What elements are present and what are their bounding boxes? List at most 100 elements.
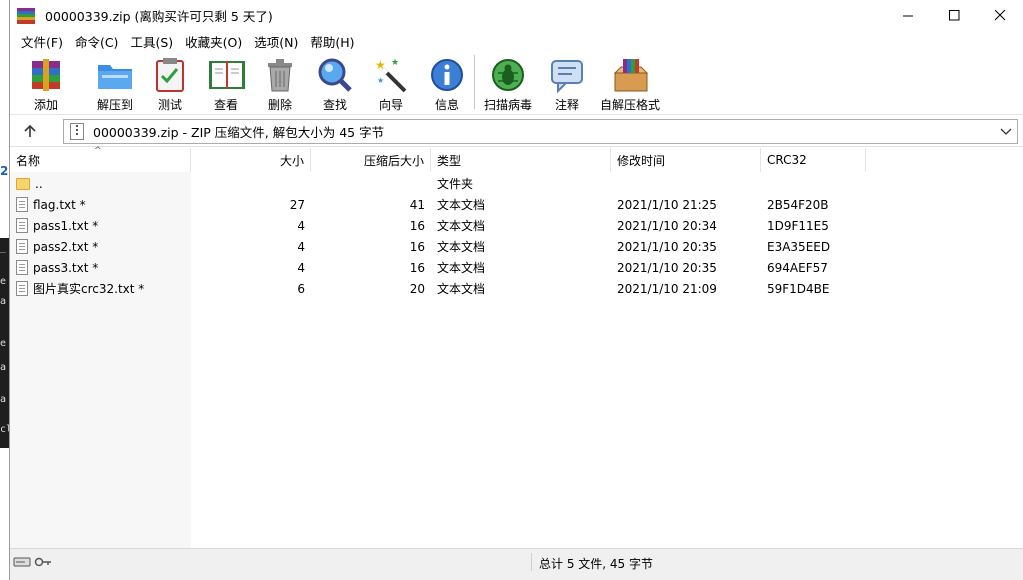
add-button[interactable]: 添加 [30,51,62,113]
comment-button[interactable]: 注释 [547,51,587,113]
file-type: 文本文档 [437,282,486,296]
file-size: 4 [297,239,305,254]
file-crc32: 694AEF57 [767,260,828,275]
delete-button[interactable]: 删除 [260,51,300,113]
file-size: 6 [297,281,305,296]
sfx-button[interactable]: 自解压格式 [599,51,661,113]
file-type: 文本文档 [437,261,486,275]
sfx-icon [611,56,649,93]
column-header-modified[interactable]: 修改时间 [611,148,761,172]
add-archive-icon [27,56,65,93]
extract-to-button[interactable]: 解压到 [86,51,144,113]
file-name: .. [35,176,43,191]
vertical-scrollbar[interactable] [1017,148,1023,548]
svg-text:★: ★ [377,76,384,85]
text-file-icon [16,239,28,254]
terminal-char: a [0,296,7,307]
file-name: 图片真实crc32.txt * [33,282,145,296]
virus-scan-button[interactable]: 扫描病毒 [481,51,535,113]
menu-file[interactable]: 文件(F) [15,32,69,51]
file-modified: 2021/1/10 21:25 [617,197,717,212]
address-text: 00000339.zip - ZIP 压缩文件, 解包大小为 45 字节 [93,125,385,140]
file-type: 文本文档 [437,240,486,254]
info-button[interactable]: 信息 [426,51,468,113]
text-file-icon [16,197,28,212]
drive-icon[interactable] [13,556,31,568]
table-row[interactable]: pass3.txt * 4 16 文本文档 2021/1/10 20:35 69… [10,257,1017,278]
wizard-label: 向导 [378,98,403,112]
menu-bar: 文件(F) 命令(C) 工具(S) 收藏夹(O) 选项(N) 帮助(H) [10,31,361,51]
maximize-button[interactable] [931,0,977,31]
test-icon [151,56,189,93]
menu-options[interactable]: 选项(N) [248,32,304,51]
zip-file-icon [70,123,84,140]
maximize-icon [948,10,959,21]
file-name: flag.txt * [33,197,86,212]
menu-tools[interactable]: 工具(S) [124,32,179,51]
extract-to-icon [96,56,134,93]
terminal-char: e [0,338,7,349]
file-size: 4 [297,218,305,233]
column-header-type[interactable]: 类型 [431,148,611,172]
status-bar: 总计 5 文件, 45 字节 [10,548,1023,580]
column-header-label: 大小 [279,153,304,168]
column-header-label: 修改时间 [617,153,666,168]
terminal-char: a [0,394,7,405]
minimize-icon [902,15,913,17]
column-header-packed[interactable]: 压缩后大小 [311,148,431,172]
file-list[interactable]: ^ 名称 大小 压缩后大小 类型 修改时间 CRC32 .. 文件夹 flag.… [10,146,1017,548]
terminal-char: _ [0,242,7,253]
extract-to-label: 解压到 [96,98,133,112]
chevron-down-icon[interactable] [999,124,1013,138]
file-name: pass3.txt * [33,260,99,275]
menu-favorites[interactable]: 收藏夹(O) [179,32,248,51]
close-button[interactable] [977,0,1023,31]
column-header-label: 压缩后大小 [363,153,424,168]
column-header-label: 名称 [16,153,41,168]
column-header-label: CRC32 [767,153,807,167]
folder-icon [16,177,30,190]
table-row[interactable]: flag.txt * 27 41 文本文档 2021/1/10 21:25 2B… [10,194,1017,215]
menu-help[interactable]: 帮助(H) [304,32,360,51]
arrow-up-icon [24,124,36,137]
file-modified: 2021/1/10 20:35 [617,260,717,275]
address-row: 00000339.zip - ZIP 压缩文件, 解包大小为 45 字节 [10,116,1023,147]
delete-label: 删除 [267,98,292,112]
text-file-icon [16,260,28,275]
svg-text:★: ★ [375,58,386,72]
test-button[interactable]: 测试 [148,51,192,113]
menu-commands[interactable]: 命令(C) [69,32,124,51]
file-modified: 2021/1/10 21:09 [617,281,717,296]
file-type: 文本文档 [437,219,486,233]
file-packed-size: 16 [409,260,425,275]
table-row[interactable]: pass2.txt * 4 16 文本文档 2021/1/10 20:35 E3… [10,236,1017,257]
key-icon[interactable] [34,556,52,568]
file-type: 文件夹 [437,177,474,191]
virus-scan-icon [489,56,527,93]
file-name: pass2.txt * [33,239,99,254]
table-row[interactable]: 图片真实crc32.txt * 6 20 文本文档 2021/1/10 21:0… [10,278,1017,299]
file-crc32: E3A35EED [767,239,831,254]
table-row-parent-folder[interactable]: .. 文件夹 [10,173,1017,194]
column-header-name[interactable]: ^ 名称 [10,146,191,172]
column-header-size[interactable]: 大小 [191,148,311,172]
table-row[interactable]: pass1.txt * 4 16 文本文档 2021/1/10 20:34 1D… [10,215,1017,236]
up-folder-button[interactable] [10,116,50,146]
view-button[interactable]: 查看 [202,51,250,113]
find-icon [316,56,354,93]
address-bar[interactable]: 00000339.zip - ZIP 压缩文件, 解包大小为 45 字节 [63,119,1018,144]
wizard-button[interactable]: ★ ★ ★ 向导 [370,51,412,113]
info-label: 信息 [434,98,459,112]
title-bar[interactable]: 00000339.zip (离购买许可只剩 5 天了) [10,0,1023,31]
file-crc32: 2B54F20B [767,197,829,212]
column-header-crc32[interactable]: CRC32 [761,148,866,172]
file-name: pass1.txt * [33,218,99,233]
file-packed-size: 16 [409,218,425,233]
file-packed-size: 41 [409,197,425,212]
minimize-button[interactable] [885,0,931,31]
test-label: 测试 [157,98,182,112]
add-label: 添加 [33,98,58,112]
svg-text:★: ★ [391,58,399,68]
find-button[interactable]: 查找 [314,51,356,113]
winrar-app-icon[interactable] [17,7,35,24]
